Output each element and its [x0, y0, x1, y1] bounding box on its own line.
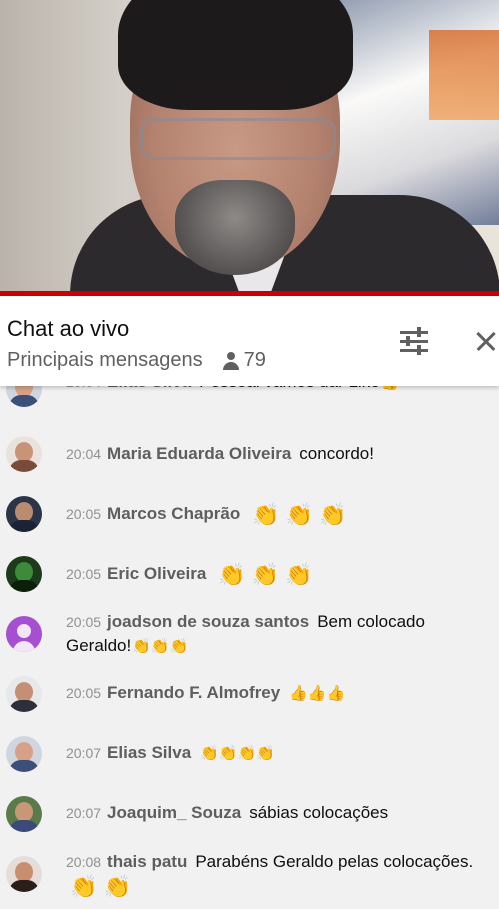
message-author: Marcos Chaprão [107, 504, 241, 523]
close-icon[interactable] [470, 326, 499, 358]
chat-mode-label: Principais mensagens [7, 349, 203, 371]
message-author: Maria Eduarda Oliveira [107, 444, 292, 463]
message-author: Elias Silva [107, 743, 192, 762]
chat-mode-selector[interactable]: Principais mensagens 79 [7, 349, 266, 372]
avatar [6, 496, 42, 532]
avatar [6, 556, 42, 592]
chat-message-list[interactable]: 20:04Elias SilvaPessoal vamos dar Like👍 … [0, 370, 499, 909]
avatar [6, 856, 42, 892]
message-text: Parabéns Geraldo pelas colocações. [195, 852, 474, 871]
message-author: joadson de souza santos [107, 612, 310, 631]
viewer-count-value: 79 [243, 349, 266, 371]
avatar [6, 736, 42, 772]
person-icon [222, 351, 239, 370]
avatar [6, 676, 42, 712]
message-author: Joaquim_ Souza [107, 803, 242, 822]
avatar [6, 616, 42, 652]
tune-icon[interactable] [398, 327, 430, 357]
avatar [6, 796, 42, 832]
clapping-hands-emoji: 👏 👏 👏 [218, 561, 313, 587]
video-player[interactable] [0, 0, 499, 291]
message-author: thais patu [107, 852, 188, 871]
chat-header: Chat ao vivo Principais mensagens 79 [0, 296, 499, 386]
message-text: concordo! [299, 444, 374, 463]
message-author: Fernando F. Almofrey [107, 683, 281, 702]
clapping-hands-emoji: 👏 👏 [70, 873, 131, 899]
message-text: sábias colocações [249, 803, 389, 822]
viewer-count: 79 [222, 349, 266, 372]
thumbs-up-emoji: 👍👍👍 [289, 684, 346, 702]
avatar [6, 436, 42, 472]
clapping-hands-emoji: 👏 👏 👏 [252, 501, 347, 527]
chat-title: Chat ao vivo [7, 316, 130, 341]
message-author: Eric Oliveira [107, 564, 207, 583]
clapping-hands-emoji: 👏👏👏👏 [200, 744, 275, 762]
